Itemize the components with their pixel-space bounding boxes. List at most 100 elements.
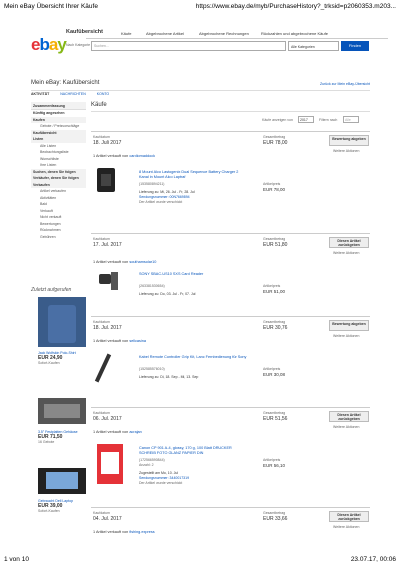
order-card: Kaufdatum 17. Jul. 2017 Gesamtbetrag EUR 51… xyxy=(91,233,370,313)
search-input[interactable]: Suchen... xyxy=(91,41,286,51)
sidebar-item[interactable]: Gebote / Preisvorschläge xyxy=(31,123,86,130)
print-datetime: 23.07.17, 00:06 xyxy=(350,556,396,563)
sidebar-item[interactable]: Gebühren xyxy=(31,234,86,241)
tab-activity[interactable]: AKTIVITÄT xyxy=(31,92,49,96)
order-total: EUR 33,66 xyxy=(263,516,288,522)
item-price: EUR 51,00 xyxy=(263,289,286,294)
ad-item-2[interactable]: 3.5" Festplatten Gehäuse EUR 71,50 16 Ge… xyxy=(38,430,86,444)
print-page: 1 von 10 xyxy=(4,556,29,563)
search-button[interactable]: Finden xyxy=(341,41,369,51)
item-thumbnail[interactable] xyxy=(94,353,125,395)
category-select[interactable]: Alle Kategorien xyxy=(288,41,339,51)
order-card: Kaufdatum 04. Jul. 2017 Gesamtbetrag EUR 33… xyxy=(91,507,370,537)
item-price: EUR 56,10 xyxy=(263,463,286,468)
order-action-button[interactable]: Bewertung abgeben xyxy=(329,135,369,146)
order-date-label: Kaufdatum xyxy=(93,237,110,241)
seller-link[interactable]: sellcasina xyxy=(129,339,146,343)
item-price: EUR 30,08 xyxy=(263,372,286,377)
seller-line: 1 Artikel verkauft von fishing.express xyxy=(93,530,155,534)
seller-link[interactable]: southamsolar10 xyxy=(129,260,156,264)
item-thumbnail[interactable] xyxy=(97,444,125,486)
item-thumbnail[interactable] xyxy=(97,168,125,210)
shipping-note: Der Artikel wurde verschickt xyxy=(139,481,183,485)
order-total: EUR 78,00 xyxy=(263,140,288,146)
sidebar-item[interactable]: Verkäufer, denen Sie folgen xyxy=(31,175,86,182)
ad-item-1[interactable]: Jack Wolfskin Polo-Shirt EUR 24,90 Sofor… xyxy=(38,351,86,365)
sidebar-summary[interactable]: Zusammenfassung xyxy=(31,102,86,110)
more-actions-link[interactable]: Weitere Aktionen xyxy=(333,425,359,429)
item-id: (153580894211) xyxy=(139,182,165,186)
tracking-number[interactable]: Sendungsnummer: 3440017319 xyxy=(139,476,189,480)
ebay-logo[interactable]: ebay xyxy=(31,35,67,55)
seller-link[interactable]: fishing.express xyxy=(129,530,154,534)
order-date: 18. Juli 2017 xyxy=(93,140,122,146)
seller-line: 1 Artikel verkauft von sellcasina xyxy=(93,339,146,343)
more-actions-link[interactable]: Weitere Aktionen xyxy=(333,251,359,255)
myebay-tabs: AKTIVITÄT NACHRICHTEN KONTO xyxy=(31,92,109,96)
ad-laptop-image[interactable] xyxy=(38,468,86,494)
myebay-divider xyxy=(31,90,370,91)
tab-account[interactable]: KONTO xyxy=(97,92,109,96)
myebay-title: Mein eBay: Kaufübersicht xyxy=(31,80,100,86)
seller-link[interactable]: acrajan xyxy=(129,430,141,434)
item-title-link[interactable]: Canon CP 901 A-4, glossy, 170 g, 100 Bla… xyxy=(139,446,249,455)
order-date: 18. Jul. 2017 xyxy=(93,325,122,331)
more-actions-link[interactable]: Weitere Aktionen xyxy=(333,334,359,338)
item-title-link[interactable]: SONY SBAC-US10 SXS Card Reader xyxy=(139,272,249,277)
order-action-button[interactable]: Diesen Artikel zurückgeben xyxy=(329,411,369,422)
item-title-link[interactable]: Kabel Remote Controller Grip Kit, Lanc F… xyxy=(139,355,249,360)
more-actions-link[interactable]: Weitere Aktionen xyxy=(333,149,359,153)
nav-cancelled-invoices[interactable]: Abgebrochene Rechnungen xyxy=(199,31,249,36)
item-price-label: Artikelpreis xyxy=(263,367,281,371)
nav-purchases[interactable]: Käufe xyxy=(121,31,131,36)
nav-returns[interactable]: Rückzahlen und abgebrochene Käufe xyxy=(261,31,328,36)
item-thumbnail[interactable] xyxy=(97,270,125,312)
order-total: EUR 30,76 xyxy=(263,325,288,331)
filter-label: Käufe anzeigen von xyxy=(262,118,293,122)
seller-line: 1 Artikel verkauft von southamsolar10 xyxy=(93,260,157,264)
order-total: EUR 51,80 xyxy=(263,242,288,248)
shipping-info: Lieferung zu: Mi, 26. Jul - Fr, 28. Jul xyxy=(139,190,195,194)
order-total-label: Gesamtbetrag xyxy=(263,237,286,241)
seller-line: 1 Artikel verkauft von acrajan xyxy=(93,430,142,434)
year-select[interactable]: 2017 xyxy=(298,116,314,123)
item-price: EUR 78,00 xyxy=(263,187,286,192)
order-total-label: Gesamtbetrag xyxy=(263,411,286,415)
order-date: 06. Jul. 2017 xyxy=(93,416,122,422)
item-price-label: Artikelpreis xyxy=(263,182,281,186)
ad-polo-image[interactable] xyxy=(38,297,86,347)
order-date-label: Kaufdatum xyxy=(93,511,110,515)
order-card: Kaufdatum 18. Jul. 2017 Gesamtbetrag EUR 30… xyxy=(91,316,370,404)
browse-by[interactable]: Nach Kategorie xyxy=(66,43,90,47)
more-actions-link[interactable]: Weitere Aktionen xyxy=(333,525,359,529)
order-date: 04. Jul. 2017 xyxy=(93,516,122,522)
order-card: Kaufdatum 06. Jul. 2017 Gesamtbetrag EUR 51… xyxy=(91,407,370,505)
recently-viewed-title: Zuletzt aufgerufen xyxy=(31,287,72,293)
item-price-label: Artikelpreis xyxy=(263,284,281,288)
order-action-button[interactable]: Diesen Artikel zurückgeben xyxy=(329,237,369,248)
item-id: (263381530654) xyxy=(139,284,165,288)
order-card: Kaufdatum 18. Juli 2017 Gesamtbetrag EUR 78… xyxy=(91,131,370,229)
seller-link[interactable]: cardiomaddock xyxy=(129,154,155,158)
order-action-button[interactable]: Diesen Artikel zurückgeben xyxy=(329,511,369,522)
filter-by-label: Filtern nach xyxy=(319,118,338,122)
ad-enclosure-image[interactable] xyxy=(38,398,86,424)
order-date: 17. Jul. 2017 xyxy=(93,242,122,248)
shipping-note: Der Artikel wurde verschickt xyxy=(139,200,183,204)
header-divider xyxy=(86,38,388,39)
print-title: Mein eBay Übersicht Ihrer Käufe xyxy=(4,3,98,10)
seller-line: 1 Artikel verkauft von cardiomaddock xyxy=(93,154,156,158)
ad-item-3[interactable]: Gebraucht Dell Laptop EUR 39,00 Sofort-K… xyxy=(38,499,86,513)
order-action-button[interactable]: Bewertung abgeben xyxy=(329,320,369,331)
tab-messages[interactable]: NACHRICHTEN xyxy=(60,92,85,96)
order-date-label: Kaufdatum xyxy=(93,320,110,324)
nav-cancelled-items[interactable]: Abgebrochene Artikel xyxy=(146,31,184,36)
item-title-link[interactable]: 8 Mount Alco Lastogenix Dual Sequence Ba… xyxy=(139,170,249,179)
shipping-info: Lieferung zu: Do, 03. Jul - Fr, 07. Jul xyxy=(139,292,196,296)
myebay-overview-link[interactable]: Zurück zur Mein eBay-Übersicht xyxy=(320,82,370,86)
page-title: Kaufübersicht xyxy=(66,29,103,35)
filter-select[interactable]: Alle xyxy=(343,116,359,123)
shipping-info: Lieferung zu: Di, 18. Sep - Mi, 13. Sep xyxy=(139,375,199,379)
tracking-number[interactable]: Sendungsnummer: 00N7669894 xyxy=(139,195,190,199)
shipping-info: Zugestellt am Mo, 10. Jul xyxy=(139,471,179,475)
